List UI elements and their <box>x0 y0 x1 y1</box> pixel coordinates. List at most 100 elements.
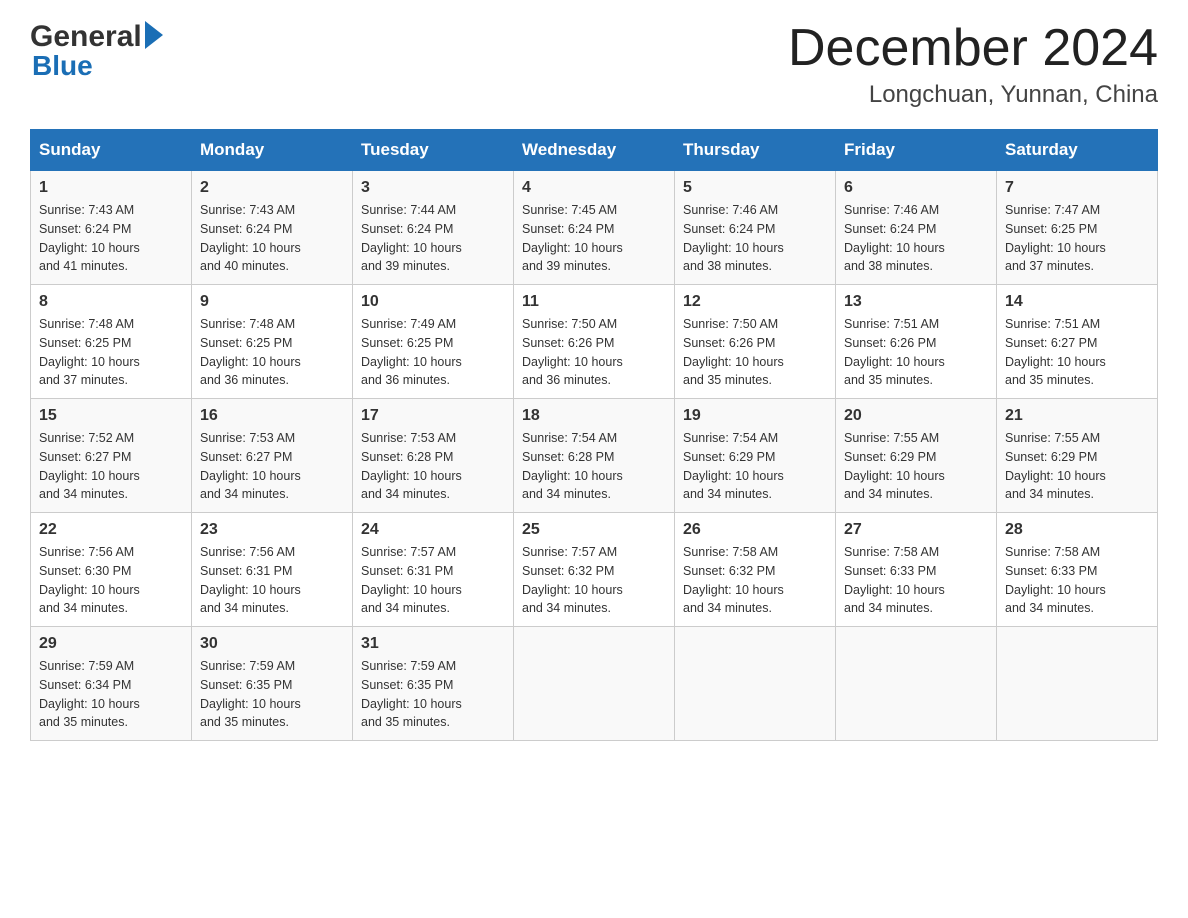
calendar-cell: 25 Sunrise: 7:57 AMSunset: 6:32 PMDayligh… <box>514 513 675 627</box>
calendar-cell: 17 Sunrise: 7:53 AMSunset: 6:28 PMDayligh… <box>353 399 514 513</box>
calendar-cell: 7Sunrise: 7:47 AMSunset: 6:25 PMDaylight… <box>997 171 1158 285</box>
calendar-cell: 28Sunrise: 7:58 AMSunset: 6:33 PMDayligh… <box>997 513 1158 627</box>
day-info: Sunrise: 7:51 AMSunset: 6:26 PMDaylight:… <box>844 315 988 390</box>
calendar-cell: 24Sunrise: 7:57 AMSunset: 6:31 PMDayligh… <box>353 513 514 627</box>
day-info: Sunrise: 7:48 AMSunset: 6:25 PMDaylight:… <box>200 315 344 390</box>
day-info: Sunrise: 7:58 AMSunset: 6:33 PMDaylight:… <box>1005 543 1149 618</box>
day-number: 7 <box>1005 179 1149 197</box>
calendar-cell: 26 Sunrise: 7:58 AMSunset: 6:32 PMDayligh… <box>675 513 836 627</box>
calendar-cell <box>836 627 997 741</box>
calendar-cell <box>514 627 675 741</box>
day-info: Sunrise: 7:48 AMSunset: 6:25 PMDaylight:… <box>39 315 183 390</box>
day-info: Sunrise: 7:54 AMSunset: 6:29 PMDaylight:… <box>683 429 827 504</box>
day-info: Sunrise: 7:46 AMSunset: 6:24 PMDaylight:… <box>683 201 827 276</box>
day-number: 8 <box>39 293 183 311</box>
day-info: Sunrise: 7:55 AMSunset: 6:29 PMDaylight:… <box>844 429 988 504</box>
calendar-cell: 12 Sunrise: 7:50 AMSunset: 6:26 PMDayligh… <box>675 285 836 399</box>
day-info: Sunrise: 7:59 AMSunset: 6:35 PMDaylight:… <box>200 657 344 732</box>
column-header-tuesday: Tuesday <box>353 130 514 171</box>
day-number: 29 <box>39 635 183 653</box>
logo-general-text: General <box>30 20 142 53</box>
logo: General Blue <box>30 20 163 82</box>
day-info: Sunrise: 7:55 AMSunset: 6:29 PMDaylight:… <box>1005 429 1149 504</box>
calendar-cell: 6 Sunrise: 7:46 AMSunset: 6:24 PMDaylight… <box>836 171 997 285</box>
day-info: Sunrise: 7:52 AMSunset: 6:27 PMDaylight:… <box>39 429 183 504</box>
day-number: 16 <box>200 407 344 425</box>
day-info: Sunrise: 7:58 AMSunset: 6:32 PMDaylight:… <box>683 543 827 618</box>
day-number: 23 <box>200 521 344 539</box>
calendar-cell: 21 Sunrise: 7:55 AMSunset: 6:29 PMDayligh… <box>997 399 1158 513</box>
calendar-week-row: 1 Sunrise: 7:43 AMSunset: 6:24 PMDaylight… <box>31 171 1158 285</box>
day-number: 19 <box>683 407 827 425</box>
calendar-cell: 20 Sunrise: 7:55 AMSunset: 6:29 PMDayligh… <box>836 399 997 513</box>
calendar-cell: 23 Sunrise: 7:56 AMSunset: 6:31 PMDayligh… <box>192 513 353 627</box>
day-info: Sunrise: 7:57 AMSunset: 6:32 PMDaylight:… <box>522 543 666 618</box>
day-info: Sunrise: 7:49 AMSunset: 6:25 PMDaylight:… <box>361 315 505 390</box>
day-number: 25 <box>522 521 666 539</box>
day-number: 17 <box>361 407 505 425</box>
day-number: 13 <box>844 293 988 311</box>
day-number: 14 <box>1005 293 1149 311</box>
day-number: 6 <box>844 179 988 197</box>
day-number: 9 <box>200 293 344 311</box>
calendar-cell: 18 Sunrise: 7:54 AMSunset: 6:28 PMDayligh… <box>514 399 675 513</box>
title-block: December 2024 Longchuan, Yunnan, China <box>788 20 1158 109</box>
calendar-table: SundayMondayTuesdayWednesdayThursdayFrid… <box>30 129 1158 741</box>
day-info: Sunrise: 7:43 AMSunset: 6:24 PMDaylight:… <box>39 201 183 276</box>
day-info: Sunrise: 7:53 AMSunset: 6:28 PMDaylight:… <box>361 429 505 504</box>
calendar-cell: 2 Sunrise: 7:43 AMSunset: 6:24 PMDaylight… <box>192 171 353 285</box>
calendar-cell: 19 Sunrise: 7:54 AMSunset: 6:29 PMDayligh… <box>675 399 836 513</box>
page-header: General Blue December 2024 Longchuan, Yu… <box>30 20 1158 109</box>
page-title: December 2024 <box>788 20 1158 77</box>
calendar-cell: 8 Sunrise: 7:48 AMSunset: 6:25 PMDaylight… <box>31 285 192 399</box>
logo-triangle-icon <box>145 21 163 49</box>
day-number: 1 <box>39 179 183 197</box>
calendar-header-row: SundayMondayTuesdayWednesdayThursdayFrid… <box>31 130 1158 171</box>
day-number: 5 <box>683 179 827 197</box>
day-info: Sunrise: 7:43 AMSunset: 6:24 PMDaylight:… <box>200 201 344 276</box>
column-header-friday: Friday <box>836 130 997 171</box>
column-header-monday: Monday <box>192 130 353 171</box>
calendar-cell: 31 Sunrise: 7:59 AMSunset: 6:35 PMDayligh… <box>353 627 514 741</box>
day-info: Sunrise: 7:59 AMSunset: 6:35 PMDaylight:… <box>361 657 505 732</box>
day-number: 3 <box>361 179 505 197</box>
calendar-cell: 27Sunrise: 7:58 AMSunset: 6:33 PMDayligh… <box>836 513 997 627</box>
day-info: Sunrise: 7:50 AMSunset: 6:26 PMDaylight:… <box>522 315 666 390</box>
calendar-cell: 4Sunrise: 7:45 AMSunset: 6:24 PMDaylight… <box>514 171 675 285</box>
column-header-wednesday: Wednesday <box>514 130 675 171</box>
calendar-cell: 1 Sunrise: 7:43 AMSunset: 6:24 PMDaylight… <box>31 171 192 285</box>
calendar-cell <box>997 627 1158 741</box>
day-info: Sunrise: 7:54 AMSunset: 6:28 PMDaylight:… <box>522 429 666 504</box>
day-info: Sunrise: 7:50 AMSunset: 6:26 PMDaylight:… <box>683 315 827 390</box>
calendar-week-row: 29Sunrise: 7:59 AMSunset: 6:34 PMDayligh… <box>31 627 1158 741</box>
calendar-cell: 22Sunrise: 7:56 AMSunset: 6:30 PMDayligh… <box>31 513 192 627</box>
logo-blue-text: Blue <box>32 51 163 82</box>
calendar-week-row: 22Sunrise: 7:56 AMSunset: 6:30 PMDayligh… <box>31 513 1158 627</box>
day-number: 2 <box>200 179 344 197</box>
day-number: 11 <box>522 293 666 311</box>
day-number: 21 <box>1005 407 1149 425</box>
day-number: 20 <box>844 407 988 425</box>
column-header-sunday: Sunday <box>31 130 192 171</box>
calendar-cell: 10 Sunrise: 7:49 AMSunset: 6:25 PMDayligh… <box>353 285 514 399</box>
day-number: 26 <box>683 521 827 539</box>
day-info: Sunrise: 7:53 AMSunset: 6:27 PMDaylight:… <box>200 429 344 504</box>
day-number: 12 <box>683 293 827 311</box>
day-info: Sunrise: 7:56 AMSunset: 6:31 PMDaylight:… <box>200 543 344 618</box>
calendar-cell: 15 Sunrise: 7:52 AMSunset: 6:27 PMDayligh… <box>31 399 192 513</box>
day-number: 31 <box>361 635 505 653</box>
day-info: Sunrise: 7:46 AMSunset: 6:24 PMDaylight:… <box>844 201 988 276</box>
calendar-cell <box>675 627 836 741</box>
calendar-cell: 3Sunrise: 7:44 AMSunset: 6:24 PMDaylight… <box>353 171 514 285</box>
day-number: 22 <box>39 521 183 539</box>
day-number: 18 <box>522 407 666 425</box>
day-number: 10 <box>361 293 505 311</box>
day-number: 15 <box>39 407 183 425</box>
calendar-cell: 11 Sunrise: 7:50 AMSunset: 6:26 PMDayligh… <box>514 285 675 399</box>
calendar-week-row: 8 Sunrise: 7:48 AMSunset: 6:25 PMDaylight… <box>31 285 1158 399</box>
day-info: Sunrise: 7:51 AMSunset: 6:27 PMDaylight:… <box>1005 315 1149 390</box>
calendar-cell: 13 Sunrise: 7:51 AMSunset: 6:26 PMDayligh… <box>836 285 997 399</box>
calendar-cell: 5 Sunrise: 7:46 AMSunset: 6:24 PMDaylight… <box>675 171 836 285</box>
day-number: 30 <box>200 635 344 653</box>
calendar-cell: 30 Sunrise: 7:59 AMSunset: 6:35 PMDayligh… <box>192 627 353 741</box>
